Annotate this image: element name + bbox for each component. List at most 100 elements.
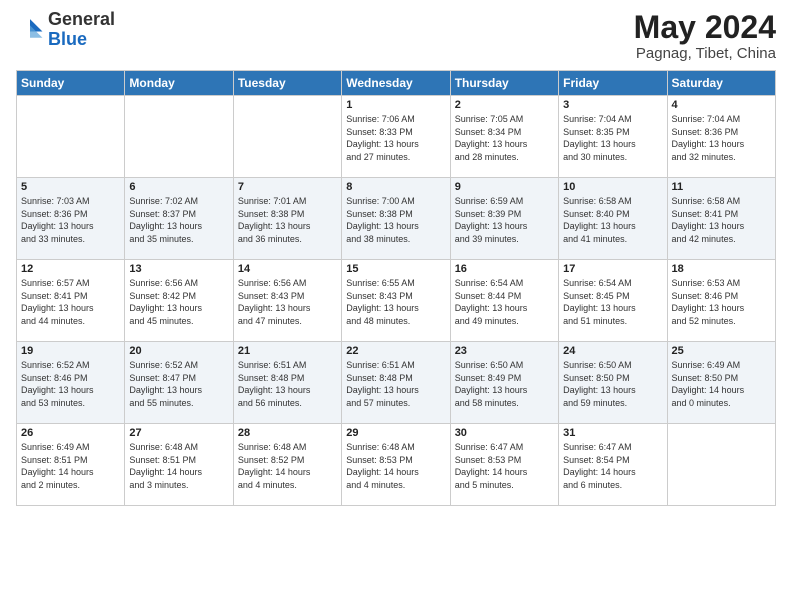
logo-text: General Blue [48,10,115,50]
weekday-header-row: SundayMondayTuesdayWednesdayThursdayFrid… [17,71,776,96]
weekday-thursday: Thursday [450,71,558,96]
cell-info: Sunrise: 6:55 AM Sunset: 8:43 PM Dayligh… [346,277,445,327]
calendar-cell: 10 Sunrise: 6:58 AM Sunset: 8:40 PM Dayli… [559,178,667,260]
cell-info: Sunrise: 6:59 AM Sunset: 8:39 PM Dayligh… [455,195,554,245]
cell-info: Sunrise: 6:54 AM Sunset: 8:45 PM Dayligh… [563,277,662,327]
cell-info: Sunrise: 6:58 AM Sunset: 8:41 PM Dayligh… [672,195,771,245]
day-number: 14 [238,263,337,275]
calendar-cell: 28Sunrise: 6:48 AM Sunset: 8:52 PM Dayli… [233,424,341,506]
calendar-cell: 9 Sunrise: 6:59 AM Sunset: 8:39 PM Daylig… [450,178,558,260]
month-title: May 2024 [634,10,776,45]
cell-info: Sunrise: 6:49 AM Sunset: 8:50 PM Dayligh… [672,359,771,409]
calendar-row-2: 12Sunrise: 6:57 AM Sunset: 8:41 PM Dayli… [17,260,776,342]
calendar-row-3: 19Sunrise: 6:52 AM Sunset: 8:46 PM Dayli… [17,342,776,424]
logo-icon [16,16,44,44]
day-number: 4 [672,99,771,111]
cell-info: Sunrise: 7:06 AM Sunset: 8:33 PM Dayligh… [346,113,445,163]
weekday-monday: Monday [125,71,233,96]
calendar-cell: 17 Sunrise: 6:54 AM Sunset: 8:45 PM Dayli… [559,260,667,342]
day-number: 8 [346,181,445,193]
cell-info: Sunrise: 6:48 AM Sunset: 8:52 PM Dayligh… [238,441,337,491]
cell-info: Sunrise: 6:47 AM Sunset: 8:54 PM Dayligh… [563,441,662,491]
cell-info: Sunrise: 6:56 AM Sunset: 8:43 PM Dayligh… [238,277,337,327]
calendar-cell: 25 Sunrise: 6:49 AM Sunset: 8:50 PM Dayli… [667,342,775,424]
calendar-page: General Blue May 2024 Pagnag, Tibet, Chi… [0,0,792,612]
calendar-cell: 2Sunrise: 7:05 AM Sunset: 8:34 PM Daylig… [450,96,558,178]
day-number: 18 [672,263,771,275]
cell-info: Sunrise: 7:04 AM Sunset: 8:36 PM Dayligh… [672,113,771,163]
cell-info: Sunrise: 6:54 AM Sunset: 8:44 PM Dayligh… [455,277,554,327]
calendar-cell: 27 Sunrise: 6:48 AM Sunset: 8:51 PM Dayli… [125,424,233,506]
calendar-cell: 8Sunrise: 7:00 AM Sunset: 8:38 PM Daylig… [342,178,450,260]
calendar-table: SundayMondayTuesdayWednesdayThursdayFrid… [16,70,776,506]
calendar-row-1: 5Sunrise: 7:03 AM Sunset: 8:36 PM Daylig… [17,178,776,260]
cell-info: Sunrise: 6:48 AM Sunset: 8:51 PM Dayligh… [129,441,228,491]
calendar-cell: 15Sunrise: 6:55 AM Sunset: 8:43 PM Dayli… [342,260,450,342]
cell-info: Sunrise: 7:04 AM Sunset: 8:35 PM Dayligh… [563,113,662,163]
calendar-cell: 21 Sunrise: 6:51 AM Sunset: 8:48 PM Dayli… [233,342,341,424]
day-number: 2 [455,99,554,111]
day-number: 12 [21,263,120,275]
day-number: 22 [346,345,445,357]
cell-info: Sunrise: 6:50 AM Sunset: 8:50 PM Dayligh… [563,359,662,409]
calendar-cell [667,424,775,506]
cell-info: Sunrise: 6:58 AM Sunset: 8:40 PM Dayligh… [563,195,662,245]
calendar-cell [125,96,233,178]
calendar-cell [233,96,341,178]
calendar-cell: 16 Sunrise: 6:54 AM Sunset: 8:44 PM Dayli… [450,260,558,342]
cell-info: Sunrise: 6:53 AM Sunset: 8:46 PM Dayligh… [672,277,771,327]
day-number: 11 [672,181,771,193]
logo: General Blue [16,10,115,50]
logo-general: General [48,9,115,29]
calendar-cell: 23Sunrise: 6:50 AM Sunset: 8:49 PM Dayli… [450,342,558,424]
cell-info: Sunrise: 6:52 AM Sunset: 8:47 PM Dayligh… [129,359,228,409]
day-number: 9 [455,181,554,193]
calendar-cell: 30 Sunrise: 6:47 AM Sunset: 8:53 PM Dayli… [450,424,558,506]
weekday-friday: Friday [559,71,667,96]
calendar-cell: 29Sunrise: 6:48 AM Sunset: 8:53 PM Dayli… [342,424,450,506]
title-block: May 2024 Pagnag, Tibet, China [634,10,776,62]
day-number: 23 [455,345,554,357]
cell-info: Sunrise: 6:49 AM Sunset: 8:51 PM Dayligh… [21,441,120,491]
calendar-cell: 24Sunrise: 6:50 AM Sunset: 8:50 PM Dayli… [559,342,667,424]
calendar-cell: 7 Sunrise: 7:01 AM Sunset: 8:38 PM Daylig… [233,178,341,260]
calendar-cell: 20 Sunrise: 6:52 AM Sunset: 8:47 PM Dayli… [125,342,233,424]
logo-blue: Blue [48,29,87,49]
day-number: 13 [129,263,228,275]
weekday-wednesday: Wednesday [342,71,450,96]
calendar-row-0: 1 Sunrise: 7:06 AM Sunset: 8:33 PM Daylig… [17,96,776,178]
day-number: 1 [346,99,445,111]
calendar-cell: 26 Sunrise: 6:49 AM Sunset: 8:51 PM Dayli… [17,424,125,506]
calendar-cell: 3 Sunrise: 7:04 AM Sunset: 8:35 PM Daylig… [559,96,667,178]
day-number: 6 [129,181,228,193]
calendar-cell: 4 Sunrise: 7:04 AM Sunset: 8:36 PM Daylig… [667,96,775,178]
day-number: 30 [455,427,554,439]
calendar-cell: 18 Sunrise: 6:53 AM Sunset: 8:46 PM Dayli… [667,260,775,342]
calendar-cell: 13Sunrise: 6:56 AM Sunset: 8:42 PM Dayli… [125,260,233,342]
day-number: 26 [21,427,120,439]
calendar-cell: 31 Sunrise: 6:47 AM Sunset: 8:54 PM Dayli… [559,424,667,506]
calendar-cell [17,96,125,178]
day-number: 27 [129,427,228,439]
header: General Blue May 2024 Pagnag, Tibet, Chi… [16,10,776,62]
cell-info: Sunrise: 6:47 AM Sunset: 8:53 PM Dayligh… [455,441,554,491]
day-number: 7 [238,181,337,193]
day-number: 3 [563,99,662,111]
calendar-row-4: 26 Sunrise: 6:49 AM Sunset: 8:51 PM Dayli… [17,424,776,506]
weekday-saturday: Saturday [667,71,775,96]
day-number: 17 [563,263,662,275]
cell-info: Sunrise: 7:03 AM Sunset: 8:36 PM Dayligh… [21,195,120,245]
day-number: 21 [238,345,337,357]
day-number: 16 [455,263,554,275]
day-number: 31 [563,427,662,439]
day-number: 10 [563,181,662,193]
calendar-cell: 12Sunrise: 6:57 AM Sunset: 8:41 PM Dayli… [17,260,125,342]
cell-info: Sunrise: 6:51 AM Sunset: 8:48 PM Dayligh… [238,359,337,409]
cell-info: Sunrise: 7:01 AM Sunset: 8:38 PM Dayligh… [238,195,337,245]
weekday-sunday: Sunday [17,71,125,96]
cell-info: Sunrise: 7:02 AM Sunset: 8:37 PM Dayligh… [129,195,228,245]
location: Pagnag, Tibet, China [634,45,776,62]
day-number: 20 [129,345,228,357]
cell-info: Sunrise: 6:51 AM Sunset: 8:48 PM Dayligh… [346,359,445,409]
day-number: 25 [672,345,771,357]
